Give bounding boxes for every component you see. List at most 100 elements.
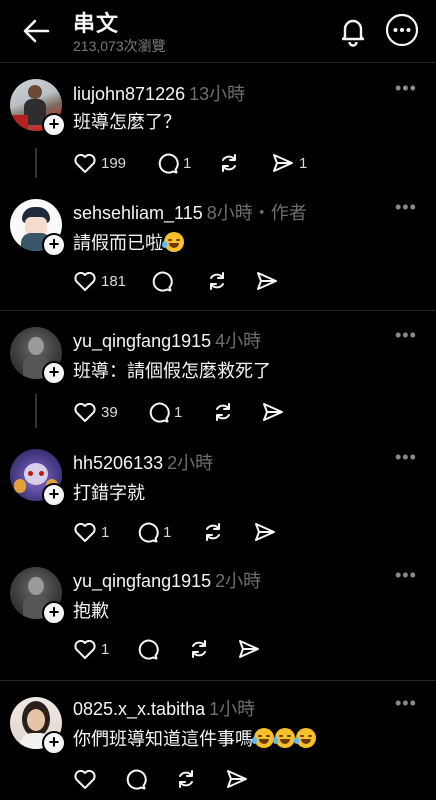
follow-plus-icon[interactable]: + (42, 361, 66, 385)
repost-button[interactable] (201, 518, 225, 546)
username-text[interactable]: liujohn871226 (73, 84, 185, 104)
username-text[interactable]: yu_qingfang1915 (73, 331, 211, 351)
avatar[interactable]: + (10, 567, 66, 625)
action-bar: 1 (73, 635, 373, 663)
repost-button[interactable] (217, 149, 241, 177)
more-icon[interactable]: ••• (395, 197, 417, 218)
share-button[interactable] (261, 398, 285, 426)
repost-icon (216, 403, 230, 421)
timestamp: 2小時 (215, 571, 262, 591)
reply-button[interactable]: 1 (135, 518, 171, 546)
repost-button[interactable] (211, 398, 235, 426)
comment-text-content: 你們班導知道這件事嗎 (73, 729, 253, 749)
reply-button[interactable] (135, 635, 159, 663)
reply-button[interactable] (149, 267, 173, 295)
share-button[interactable] (225, 765, 249, 793)
avatar[interactable]: + (10, 449, 66, 507)
back-arrow-icon[interactable] (22, 18, 50, 44)
avatar[interactable]: + (10, 199, 66, 257)
comment: + yu_qingfang1915 4小時 ••• 班導：請個假怎麼救死了 39 … (0, 311, 436, 433)
repost-button[interactable] (187, 635, 211, 663)
heart-icon (74, 769, 96, 789)
reply-button[interactable]: 1 (146, 398, 182, 426)
share-button[interactable] (255, 267, 279, 295)
author-tag: ・作者 (252, 203, 307, 223)
follow-plus-icon[interactable]: + (42, 113, 66, 137)
reply-button[interactable] (123, 765, 147, 793)
comment-text: 打錯字就 (73, 483, 145, 503)
comment: + 0825.x_x.tabitha 1小時 ••• 你們班導知道這件事嗎 (0, 681, 436, 800)
like-button[interactable]: 1 (73, 635, 109, 663)
like-button[interactable] (73, 765, 97, 793)
send-icon (227, 770, 247, 788)
username[interactable]: yu_qingfang1915 4小時 (73, 327, 261, 353)
more-icon[interactable]: ••• (395, 78, 417, 99)
repost-icon (179, 770, 193, 788)
like-button[interactable]: 181 (73, 267, 126, 295)
comment: + hh5206133 2小時 ••• 打錯字就 1 1 (0, 433, 436, 555)
heart-icon (74, 153, 96, 173)
username[interactable]: yu_qingfang1915 2小時 (73, 567, 261, 593)
username-text[interactable]: yu_qingfang1915 (73, 571, 211, 591)
timestamp: 8小時 (206, 203, 253, 223)
username-text[interactable]: 0825.x_x.tabitha (73, 699, 205, 719)
reply-bubble-icon (138, 639, 159, 660)
share-button[interactable] (253, 518, 277, 546)
timestamp: 2小時 (167, 453, 214, 473)
action-bar: 199 1 1 (73, 149, 373, 177)
heart-icon (74, 271, 96, 291)
more-icon[interactable]: ••• (395, 447, 417, 468)
bell-icon[interactable] (336, 14, 370, 48)
avatar[interactable]: + (10, 327, 66, 385)
like-button[interactable]: 1 (73, 518, 109, 546)
repost-button[interactable] (205, 267, 229, 295)
like-count: 39 (101, 403, 118, 421)
like-count: 199 (101, 154, 127, 172)
view-count: 213,073次瀏覽 (73, 38, 166, 54)
username[interactable]: sehsehliam_115 8小時・作者 (73, 199, 307, 225)
more-options-icon[interactable] (385, 13, 419, 47)
username[interactable]: liujohn871226 13小時 (73, 80, 245, 106)
send-icon (257, 272, 277, 290)
more-icon[interactable]: ••• (395, 325, 417, 346)
rofl-emoji-icon (294, 728, 316, 748)
comment: + yu_qingfang1915 2小時 ••• 抱歉 1 (0, 555, 436, 677)
reply-button[interactable]: 1 (155, 149, 191, 177)
repost-icon (222, 154, 236, 172)
rofl-emoji-icon (273, 728, 295, 748)
comment-text: 班導怎麼了？ (73, 112, 181, 132)
reply-count: 1 (183, 154, 192, 172)
avatar[interactable]: + (10, 79, 66, 137)
username-text[interactable]: sehsehliam_115 (73, 203, 203, 223)
action-bar: 1 1 (73, 518, 373, 546)
avatar[interactable]: + (10, 697, 66, 755)
repost-icon (210, 272, 224, 290)
username[interactable]: hh5206133 2小時 (73, 449, 213, 475)
page-title: 串文 (73, 11, 120, 36)
reply-count: 1 (174, 403, 183, 421)
username-text[interactable]: hh5206133 (73, 453, 163, 473)
timestamp: 4小時 (215, 331, 262, 351)
comment-text: 請假而已啦 (73, 229, 184, 255)
heart-icon (74, 522, 96, 542)
share-button[interactable]: 1 (271, 149, 307, 177)
repost-icon (192, 640, 206, 658)
share-button[interactable] (237, 635, 261, 663)
like-button[interactable]: 39 (73, 398, 118, 426)
rofl-emoji-icon (252, 728, 274, 748)
reply-bubble-icon (158, 153, 179, 174)
action-bar (73, 765, 373, 793)
follow-plus-icon[interactable]: + (42, 233, 66, 257)
like-button[interactable]: 199 (73, 149, 126, 177)
follow-plus-icon[interactable]: + (42, 601, 66, 625)
username[interactable]: 0825.x_x.tabitha 1小時 (73, 695, 255, 721)
follow-plus-icon[interactable]: + (42, 731, 66, 755)
more-icon[interactable]: ••• (395, 565, 417, 586)
repost-button[interactable] (174, 765, 198, 793)
more-icon[interactable]: ••• (395, 693, 417, 714)
comment-text-content: 請假而已啦 (73, 233, 163, 253)
send-icon (239, 640, 259, 658)
follow-plus-icon[interactable]: + (42, 483, 66, 507)
comment-text: 抱歉 (73, 601, 109, 621)
send-icon (255, 523, 275, 541)
